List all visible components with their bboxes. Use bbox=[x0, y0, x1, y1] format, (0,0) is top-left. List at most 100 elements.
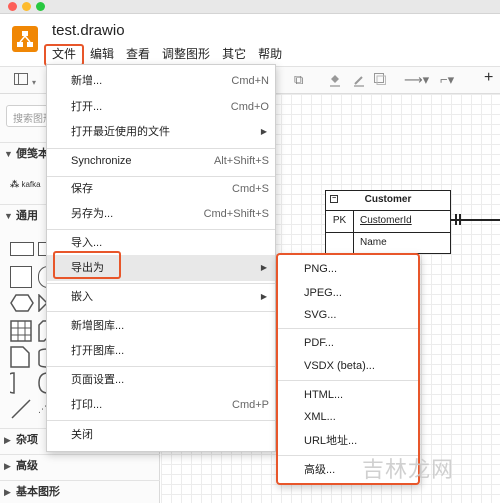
menu-item-label: 保存 bbox=[71, 183, 93, 195]
entity-row[interactable]: PK CustomerId bbox=[326, 211, 450, 232]
customer-entity-table[interactable]: − Customer PK CustomerId Name bbox=[325, 190, 451, 254]
menu-item-save[interactable]: 保存 Cmd+S bbox=[47, 177, 275, 201]
document-title[interactable]: test.drawio bbox=[52, 22, 125, 39]
menu-item-embed[interactable]: 嵌入 ▶ bbox=[47, 285, 275, 309]
menu-item-print[interactable]: 打印... Cmd+P bbox=[47, 393, 275, 417]
menu-item-save-as[interactable]: 另存为... Cmd+Shift+S bbox=[47, 202, 275, 226]
entity-row-key: PK bbox=[326, 211, 354, 232]
menu-item-new[interactable]: 新增... Cmd+N bbox=[47, 69, 275, 93]
menu-separator bbox=[47, 311, 275, 312]
menu-item-label: 打开... bbox=[71, 101, 103, 113]
menu-edit[interactable]: 编辑 bbox=[84, 44, 120, 66]
view-panel-icon[interactable] bbox=[14, 73, 28, 88]
menu-item-close[interactable]: 关闭 bbox=[47, 423, 275, 447]
export-highlight-frame bbox=[53, 251, 121, 279]
minimize-window-button[interactable] bbox=[22, 2, 31, 11]
collapse-icon[interactable]: − bbox=[330, 195, 338, 203]
export-vsdx[interactable]: VSDX (beta)... bbox=[278, 354, 418, 378]
menu-item-label: PNG... bbox=[304, 263, 338, 275]
export-pdf[interactable]: PDF... bbox=[278, 331, 418, 355]
half-circle-shape[interactable] bbox=[3, 372, 32, 397]
duplicate-icon[interactable]: ⧉ bbox=[294, 73, 303, 87]
menu-item-label: 打开图库... bbox=[71, 345, 125, 357]
menu-item-label: 新增... bbox=[71, 75, 103, 87]
menu-item-synchronize[interactable]: Synchronize Alt+Shift+S bbox=[47, 149, 275, 173]
connection-style-icon[interactable]: ⟶▾ bbox=[404, 73, 429, 87]
menu-item-label: PDF... bbox=[304, 337, 334, 349]
close-window-button[interactable] bbox=[8, 2, 17, 11]
menu-item-label: XML... bbox=[304, 411, 336, 423]
window-titlebar bbox=[0, 0, 500, 14]
watermark-text: 吉林龙网 bbox=[362, 457, 455, 482]
square-shape[interactable] bbox=[10, 266, 32, 288]
fill-color-icon[interactable] bbox=[328, 73, 342, 90]
menu-item-label: 页面设置... bbox=[71, 374, 125, 386]
menu-item-open[interactable]: 打开... Cmd+O bbox=[47, 95, 275, 119]
menu-file[interactable]: 文件 bbox=[44, 44, 85, 66]
menu-arrange[interactable]: 调整图形 bbox=[156, 44, 216, 66]
export-url[interactable]: URL地址... bbox=[278, 429, 418, 453]
export-jpeg[interactable]: JPEG... bbox=[278, 281, 418, 305]
menu-item-shortcut: Cmd+S bbox=[232, 183, 269, 195]
menu-item-page-setup[interactable]: 页面设置... bbox=[47, 368, 275, 392]
drawio-logo-icon bbox=[12, 26, 38, 52]
menu-help[interactable]: 帮助 bbox=[252, 44, 288, 66]
chevron-right-icon: ▶ bbox=[4, 487, 11, 497]
menu-item-label: HTML... bbox=[304, 389, 344, 401]
entity-row-field: CustomerId bbox=[360, 215, 412, 226]
submenu-arrow-icon: ▶ bbox=[260, 263, 267, 272]
menu-item-label: Synchronize bbox=[71, 155, 132, 167]
entity-row-key bbox=[326, 233, 354, 253]
menu-item-shortcut: Alt+Shift+S bbox=[213, 155, 269, 167]
section-label: 便笺本 bbox=[16, 148, 49, 160]
export-xml[interactable]: XML... bbox=[278, 405, 418, 429]
section-label: 杂项 bbox=[16, 434, 38, 446]
line-shape[interactable] bbox=[10, 398, 32, 423]
entity-header[interactable]: − Customer bbox=[326, 191, 450, 211]
menu-extras[interactable]: 其它 bbox=[216, 44, 252, 66]
section-basic[interactable]: ▶ 基本图形 bbox=[0, 480, 160, 503]
menu-item-open-recent[interactable]: 打开最近使用的文件 ▶ bbox=[47, 120, 275, 144]
kafka-shape[interactable]: ⁂ kafka bbox=[10, 179, 41, 190]
edge-cardinality-mark bbox=[459, 214, 461, 225]
menu-item-shortcut: Cmd+O bbox=[230, 101, 269, 113]
menu-view[interactable]: 查看 bbox=[120, 44, 156, 66]
menu-separator bbox=[278, 328, 418, 329]
waypoints-icon[interactable]: ⌐▾ bbox=[440, 73, 454, 87]
menu-separator bbox=[47, 229, 275, 230]
edge-cardinality-mark bbox=[455, 214, 457, 225]
chevron-right-icon: ▶ bbox=[4, 435, 11, 445]
shadow-icon[interactable] bbox=[374, 73, 386, 88]
entity-row[interactable]: Name bbox=[326, 232, 450, 253]
chevron-down-icon: ▼ bbox=[4, 211, 13, 221]
chevron-down-icon: ▼ bbox=[4, 149, 13, 159]
menu-item-label: SVG... bbox=[304, 309, 337, 321]
menu-item-label: 嵌入 bbox=[71, 291, 93, 303]
section-advanced[interactable]: ▶ 高级 bbox=[0, 454, 160, 478]
add-icon[interactable]: + bbox=[484, 70, 493, 86]
entity-title: Customer bbox=[364, 194, 412, 205]
line-color-icon[interactable] bbox=[352, 73, 366, 90]
table-shape[interactable] bbox=[10, 320, 32, 345]
zoom-window-button[interactable] bbox=[36, 2, 45, 11]
hexagon-shape[interactable] bbox=[10, 294, 34, 315]
section-label: 高级 bbox=[16, 460, 38, 472]
submenu-arrow-icon: ▶ bbox=[260, 292, 267, 301]
export-svg[interactable]: SVG... bbox=[278, 303, 418, 327]
document-shape[interactable] bbox=[10, 346, 30, 371]
app-header: test.drawio 文件 编辑 查看 调整图形 其它 帮助 bbox=[0, 14, 500, 66]
rectangle-shape[interactable] bbox=[10, 242, 34, 256]
export-png[interactable]: PNG... bbox=[278, 257, 418, 281]
menu-separator bbox=[47, 420, 275, 421]
kafka-label: kafka bbox=[21, 180, 41, 189]
menu-item-open-library[interactable]: 打开图库... bbox=[47, 339, 275, 363]
submenu-arrow-icon: ▶ bbox=[260, 127, 267, 136]
chevron-down-icon[interactable]: ▾ bbox=[32, 76, 36, 90]
menu-item-new-library[interactable]: 新增图库... bbox=[47, 314, 275, 338]
entity-row-field: Name bbox=[360, 237, 387, 248]
export-html[interactable]: HTML... bbox=[278, 383, 418, 407]
menu-item-label: 打开最近使用的文件 bbox=[71, 126, 170, 138]
menu-item-label: 打印... bbox=[71, 399, 103, 411]
menu-separator bbox=[47, 283, 275, 284]
menu-separator bbox=[278, 380, 418, 381]
